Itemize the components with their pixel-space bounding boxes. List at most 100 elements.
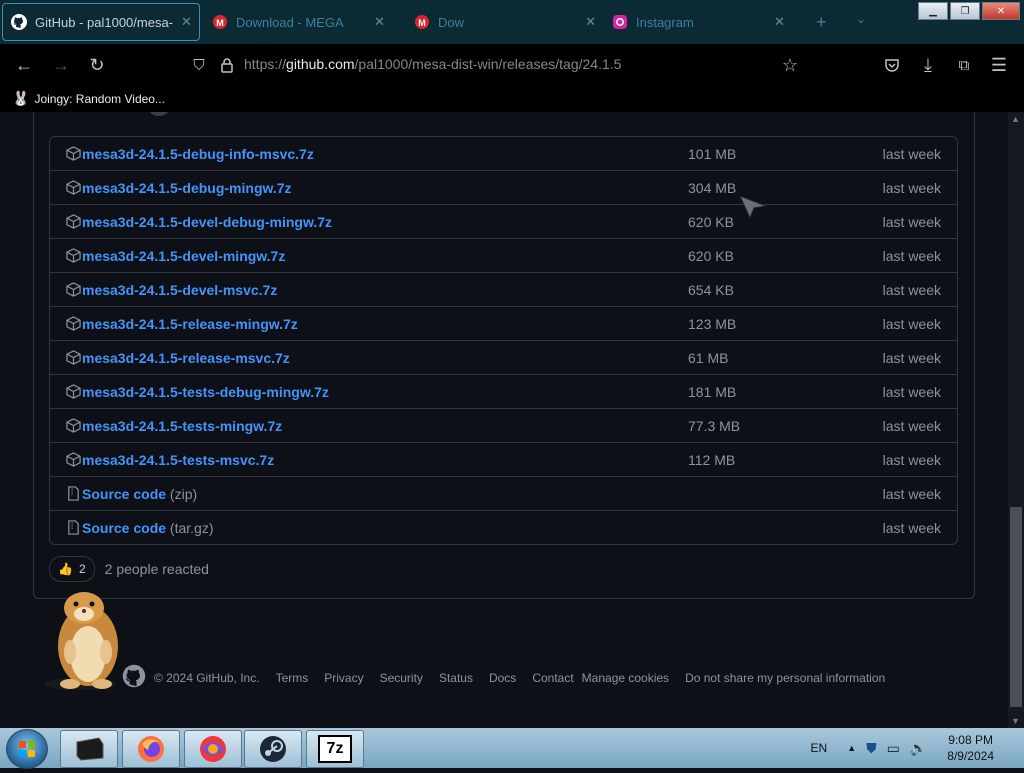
footer-link-terms[interactable]: Terms (276, 671, 309, 685)
asset-link[interactable]: Source code (zip) (82, 486, 197, 502)
close-icon[interactable]: ✕ (774, 14, 785, 30)
clock-date: 8/9/2024 (947, 749, 994, 763)
lock-icon[interactable] (216, 54, 238, 76)
asset-size: 61 MB (688, 349, 729, 366)
steam-icon (260, 736, 286, 762)
asset-size: 654 KB (688, 281, 734, 298)
close-icon[interactable]: ✕ (585, 14, 596, 30)
scroll-up-icon[interactable]: ▲ (1011, 114, 1020, 124)
footer-link-security[interactable]: Security (380, 671, 423, 685)
tray-expand-icon[interactable]: ▲ (847, 743, 856, 753)
asset-link[interactable]: mesa3d-24.1.5-debug-info-msvc.7z (82, 146, 314, 162)
asset-date: last week (882, 281, 941, 298)
tab-list-chevron-icon[interactable]: ⌄ (856, 12, 866, 26)
package-icon (66, 180, 81, 195)
language-indicator[interactable]: EN (811, 741, 828, 755)
asset-date: last week (882, 519, 941, 536)
forward-arrow-icon[interactable]: → (50, 54, 72, 76)
reaction-summary: 2 people reacted (104, 561, 209, 577)
window-close-button[interactable]: ✕ (982, 2, 1020, 20)
footer-link-do-not-share[interactable]: Do not share my personal information (685, 671, 885, 685)
7zip-icon: 7z (318, 735, 352, 763)
footer-link-status[interactable]: Status (439, 671, 473, 685)
extensions-icon[interactable]: ⧉ (953, 54, 975, 76)
close-icon[interactable]: ✕ (374, 14, 385, 30)
package-icon (66, 146, 81, 161)
tab-mega-2[interactable]: M Dow ✕ (406, 0, 596, 44)
new-tab-button[interactable]: + (816, 12, 827, 33)
mouse-cursor-icon (739, 195, 768, 220)
downloads-icon[interactable]: ⤓ (917, 54, 939, 76)
back-arrow-icon[interactable]: ← (13, 54, 35, 76)
asset-link[interactable]: mesa3d-24.1.5-devel-mingw.7z (82, 248, 285, 264)
tab-mega-1[interactable]: M Download - MEGA ✕ (204, 0, 394, 44)
asset-size: 620 KB (688, 213, 734, 230)
bookmark-joingy[interactable]: 🐰 Joingy: Random Video... (12, 90, 165, 107)
taskbar-firefox[interactable] (122, 730, 180, 768)
svg-text:M: M (418, 18, 426, 28)
asset-link[interactable]: mesa3d-24.1.5-devel-msvc.7z (82, 282, 277, 298)
bookmark-star-icon[interactable]: ☆ (779, 54, 801, 76)
close-icon[interactable]: ✕ (181, 14, 192, 30)
taskbar-terminal[interactable] (60, 730, 118, 768)
tray-app-icon[interactable]: ⛊ (866, 740, 877, 757)
file-zip-icon (66, 486, 81, 501)
address-bar[interactable]: https://github.com/pal1000/mesa-dist-win… (244, 56, 621, 72)
shield-icon[interactable]: ⛉ (188, 54, 210, 76)
instagram-icon (612, 14, 628, 30)
scroll-down-icon[interactable]: ▼ (1011, 716, 1020, 726)
asset-row: mesa3d-24.1.5-devel-msvc.7z 654 KB last we… (50, 272, 957, 306)
vivaldi-icon (200, 736, 226, 762)
asset-link[interactable]: mesa3d-24.1.5-tests-msvc.7z (82, 452, 274, 468)
asset-link[interactable]: mesa3d-24.1.5-release-mingw.7z (82, 316, 298, 332)
reaction-pill[interactable]: 👍 2 (49, 556, 95, 582)
clock-time: 9:08 PM (948, 733, 993, 747)
menu-icon[interactable]: ☰ (988, 54, 1010, 76)
taskbar-7zip[interactable]: 7z (306, 730, 364, 768)
footer-link-manage-cookies[interactable]: Manage cookies (582, 671, 669, 685)
start-button[interactable] (6, 729, 48, 769)
github-logo-icon[interactable] (122, 664, 146, 691)
asset-size: 112 MB (688, 451, 736, 468)
clock[interactable]: 9:08 PM 8/9/2024 (947, 732, 994, 764)
page-scrollbar[interactable]: ▲ ▼ (1008, 112, 1024, 728)
volume-icon[interactable]: 🔊 (910, 740, 927, 757)
pocket-icon[interactable] (881, 54, 903, 76)
hamster-sticker (44, 592, 118, 690)
reload-icon[interactable]: ↻ (86, 54, 108, 76)
tab-bar: GitHub - pal1000/mesa-dis ✕ M Download -… (0, 0, 1024, 44)
asset-link[interactable]: mesa3d-24.1.5-tests-debug-mingw.7z (82, 384, 329, 400)
tab-github[interactable]: GitHub - pal1000/mesa-dis ✕ (2, 3, 200, 41)
package-icon (66, 282, 81, 297)
asset-row: mesa3d-24.1.5-debug-info-msvc.7z 101 MB la… (50, 137, 957, 170)
asset-date: last week (882, 247, 941, 264)
scrollbar-thumb[interactable] (1010, 507, 1022, 707)
taskbar-steam[interactable] (244, 730, 302, 768)
bookmarks-bar: 🐰 Joingy: Random Video... (0, 86, 1024, 112)
asset-row: mesa3d-24.1.5-devel-mingw.7z 620 KB last w… (50, 238, 957, 272)
taskbar-vivaldi[interactable] (184, 730, 242, 768)
asset-link[interactable]: mesa3d-24.1.5-debug-mingw.7z (82, 180, 292, 196)
asset-name: mesa3d-24.1.5-tests-mingw.7z (82, 417, 283, 434)
footer-link-privacy[interactable]: Privacy (324, 671, 363, 685)
system-tray: EN ▲ ⛊ ▭ 🔊 9:08 PM 8/9/2024 (811, 728, 1024, 768)
asset-link[interactable]: mesa3d-24.1.5-tests-mingw.7z (82, 418, 282, 434)
file-zip-icon (66, 520, 81, 535)
asset-link[interactable]: mesa3d-24.1.5-devel-debug-mingw.7z (82, 214, 332, 230)
asset-name: mesa3d-24.1.5-debug-mingw.7z (82, 179, 292, 196)
maximize-button[interactable]: ❐ (950, 2, 980, 20)
asset-row: mesa3d-24.1.5-tests-msvc.7z 112 MB last we… (50, 442, 957, 476)
asset-date: last week (882, 485, 941, 502)
asset-date: last week (882, 451, 941, 468)
asset-link[interactable]: Source code (tar.gz) (82, 520, 214, 536)
asset-row: mesa3d-24.1.5-tests-debug-mingw.7z 181 MB… (50, 374, 957, 408)
footer-link-contact[interactable]: Contact (532, 671, 573, 685)
footer-link-docs[interactable]: Docs (489, 671, 516, 685)
minimize-button[interactable]: ▁ (918, 2, 948, 20)
network-icon[interactable]: ▭ (887, 740, 900, 757)
asset-name: mesa3d-24.1.5-devel-debug-mingw.7z (82, 213, 332, 230)
asset-link[interactable]: mesa3d-24.1.5-release-msvc.7z (82, 350, 290, 366)
asset-ext: (tar.gz) (169, 519, 214, 536)
tab-instagram[interactable]: Instagram ✕ (604, 0, 794, 44)
url-prefix: https:// (244, 56, 287, 72)
